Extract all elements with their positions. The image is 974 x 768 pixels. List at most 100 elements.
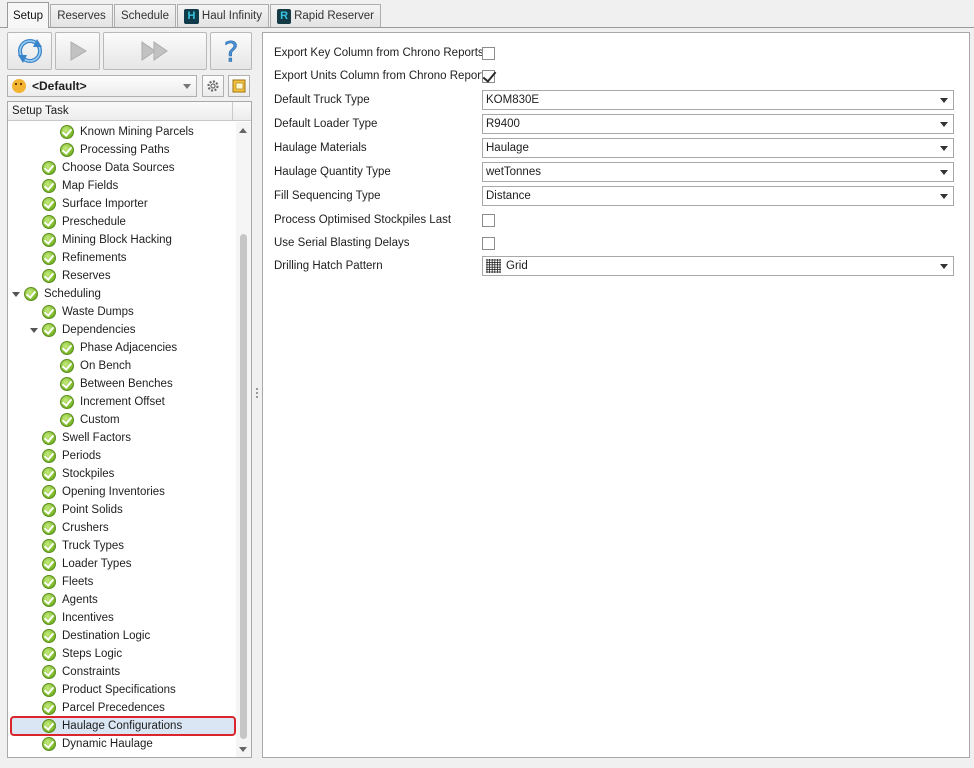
tree-item[interactable]: Refinements — [42, 249, 127, 267]
tab-schedule[interactable]: Schedule — [114, 4, 176, 27]
tree-item-label: Crushers — [62, 522, 109, 534]
chevron-down-icon[interactable] — [940, 122, 948, 127]
tree-item[interactable]: Custom — [60, 411, 120, 429]
mask-icon — [12, 79, 26, 93]
tree-item[interactable]: Truck Types — [42, 537, 124, 555]
tree-item-label: Mining Block Hacking — [62, 234, 172, 246]
rapid-reserver-app-icon: R — [277, 8, 292, 24]
tab-reserves[interactable]: Reserves — [50, 4, 113, 27]
tab-setup[interactable]: Setup — [7, 2, 49, 28]
tree-scrollbar[interactable] — [236, 122, 251, 757]
property-dropdown[interactable]: wetTonnes — [482, 162, 954, 182]
grid-pattern-icon — [486, 259, 501, 273]
profile-dropdown[interactable]: <Default> — [7, 75, 197, 97]
tree-item-label: Preschedule — [62, 216, 126, 228]
tree-item[interactable]: Agents — [42, 591, 98, 609]
tree-item[interactable]: Constraints — [42, 663, 120, 681]
tree-item[interactable]: Map Fields — [42, 177, 118, 195]
tree-item[interactable]: Dependencies — [42, 321, 136, 339]
tree-item[interactable]: Between Benches — [60, 375, 173, 393]
scrollbar-thumb[interactable] — [240, 234, 247, 739]
property-dropdown[interactable]: KOM830E — [482, 90, 954, 110]
run-all-button[interactable] — [103, 32, 207, 70]
tree-item-label: Agents — [62, 594, 98, 606]
tab-haul-infinity[interactable]: H Haul Infinity — [177, 4, 269, 27]
tree-item[interactable]: Fleets — [42, 573, 93, 591]
tree-item[interactable]: Haulage Configurations — [42, 717, 182, 735]
expand-collapse-chevron-icon[interactable] — [12, 292, 20, 297]
run-button[interactable] — [55, 32, 100, 70]
refresh-button[interactable] — [7, 32, 52, 70]
tree-item-label: Periods — [62, 450, 101, 462]
property-dropdown[interactable]: R9400 — [482, 114, 954, 134]
tree-item-label: Opening Inventories — [62, 486, 165, 498]
tree-item[interactable]: Reserves — [42, 267, 111, 285]
completed-check-icon — [42, 719, 56, 733]
chevron-down-icon[interactable] — [940, 194, 948, 199]
scroll-down-arrow-icon[interactable] — [239, 747, 247, 752]
tree-item[interactable]: Opening Inventories — [42, 483, 165, 501]
tree-item[interactable]: Product Specifications — [42, 681, 176, 699]
tree-item[interactable]: Steps Logic — [42, 645, 122, 663]
scroll-up-arrow-icon[interactable] — [239, 128, 247, 133]
completed-check-icon — [42, 665, 56, 679]
tree-item[interactable]: Stockpiles — [42, 465, 114, 483]
tree-item[interactable]: Choose Data Sources — [42, 159, 175, 177]
tree-column-header[interactable]: Setup Task — [8, 102, 251, 121]
tree-item[interactable]: Known Mining Parcels — [60, 123, 194, 141]
property-checkbox[interactable] — [482, 237, 495, 250]
tree-item[interactable]: Parcel Precedences — [42, 699, 165, 717]
tree-item[interactable]: Destination Logic — [42, 627, 150, 645]
tree-item[interactable]: Incentives — [42, 609, 114, 627]
tree-item[interactable]: Mining Block Hacking — [42, 231, 172, 249]
tree-item[interactable]: On Bench — [60, 357, 131, 375]
completed-check-icon — [42, 593, 56, 607]
property-checkbox[interactable] — [482, 214, 495, 227]
tree-item-label: Refinements — [62, 252, 127, 264]
property-dropdown[interactable]: Haulage — [482, 138, 954, 158]
tree-item[interactable]: Periods — [42, 447, 101, 465]
tree-item[interactable]: Point Solids — [42, 501, 123, 519]
chevron-down-icon[interactable] — [940, 170, 948, 175]
chevron-down-icon[interactable] — [940, 264, 948, 269]
tree-item[interactable]: Waste Dumps — [42, 303, 134, 321]
chevron-down-icon[interactable] — [940, 98, 948, 103]
help-button[interactable]: ? — [210, 32, 252, 70]
property-dropdown[interactable]: Distance — [482, 186, 954, 206]
tab-rapid-reserver[interactable]: R Rapid Reserver — [270, 4, 381, 27]
tab-label: Haul Infinity — [201, 10, 262, 22]
tree-item[interactable]: Processing Paths — [60, 141, 170, 159]
tree-item-label: Reserves — [62, 270, 111, 282]
profile-settings-button[interactable] — [202, 75, 224, 97]
tree-item-label: Between Benches — [80, 378, 173, 390]
property-label: Haulage Materials — [274, 142, 367, 154]
tree-item-label: Truck Types — [62, 540, 124, 552]
chevron-down-icon[interactable] — [940, 146, 948, 151]
dropdown-value: Grid — [506, 260, 528, 272]
chevron-down-icon — [183, 84, 191, 89]
tree-item-label: Known Mining Parcels — [80, 126, 194, 138]
expand-collapse-chevron-icon[interactable] — [30, 328, 38, 333]
tree-item[interactable]: Dynamic Haulage — [42, 735, 153, 753]
tree-item[interactable]: Crushers — [42, 519, 109, 537]
completed-check-icon — [42, 521, 56, 535]
completed-check-icon — [60, 377, 74, 391]
tree-item[interactable]: Increment Offset — [60, 393, 165, 411]
tree-item[interactable]: Loader Types — [42, 555, 131, 573]
completed-check-icon — [24, 287, 38, 301]
tree-item[interactable]: Preschedule — [42, 213, 126, 231]
tree-item-label: Parcel Precedences — [62, 702, 165, 714]
panel-splitter[interactable] — [256, 388, 259, 402]
tree-item[interactable]: Surface Importer — [42, 195, 148, 213]
tree-item[interactable]: Phase Adjacencies — [60, 339, 177, 357]
property-dropdown[interactable]: Grid — [482, 256, 954, 276]
property-checkbox[interactable] — [482, 47, 495, 60]
completed-check-icon — [60, 359, 74, 373]
tree-item[interactable]: Scheduling — [24, 285, 101, 303]
tree-item[interactable]: Swell Factors — [42, 429, 131, 447]
property-checkbox[interactable] — [482, 70, 495, 83]
property-label: Default Loader Type — [274, 118, 378, 130]
tree-item-label: Product Specifications — [62, 684, 176, 696]
property-label: Export Key Column from Chrono Reports — [274, 47, 484, 59]
profile-notes-button[interactable] — [228, 75, 250, 97]
